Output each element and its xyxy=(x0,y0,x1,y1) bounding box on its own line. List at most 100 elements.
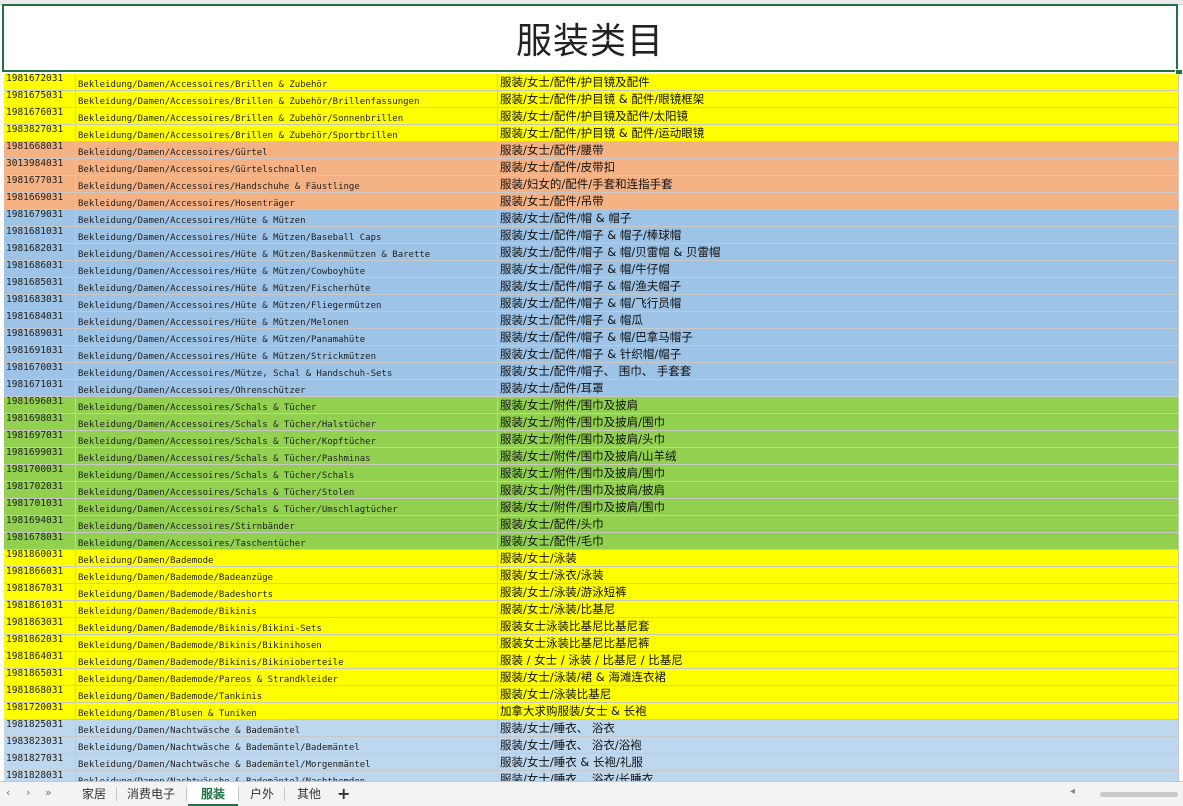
german-category-cell[interactable]: Bekleidung/Damen/Bademode/Tankinis xyxy=(76,686,498,702)
german-category-cell[interactable]: Bekleidung/Damen/Accessoires/Hüte & Mütz… xyxy=(76,227,498,243)
german-category-cell[interactable]: Bekleidung/Damen/Nachtwäsche & Bademänte… xyxy=(76,771,498,781)
chinese-category-cell[interactable]: 服装/女士/配件/帽子 & 帽/贝雷帽 & 贝雷帽 xyxy=(498,244,1179,260)
german-category-cell[interactable]: Bekleidung/Damen/Bademode/Bikinis xyxy=(76,601,498,617)
german-category-cell[interactable]: Bekleidung/Damen/Accessoires/Schals & Tü… xyxy=(76,482,498,498)
chinese-category-cell[interactable]: 服装/女士/泳装/比基尼 xyxy=(498,601,1179,617)
category-id-cell[interactable]: 1981685031 xyxy=(4,278,76,294)
chinese-category-cell[interactable]: 服装/女士/配件/帽子、 围巾、 手套套 xyxy=(498,363,1179,379)
german-category-cell[interactable]: Bekleidung/Damen/Bademode/Bikinis/Bikini… xyxy=(76,635,498,651)
category-id-cell[interactable]: 1981681031 xyxy=(4,227,76,243)
chinese-category-cell[interactable]: 服装/女士/配件/护目镜 & 配件/眼镜框架 xyxy=(498,91,1179,107)
german-category-cell[interactable]: Bekleidung/Damen/Accessoires/Handschuhe … xyxy=(76,176,498,192)
category-id-cell[interactable]: 1981671031 xyxy=(4,380,76,396)
german-category-cell[interactable]: Bekleidung/Damen/Accessoires/Schals & Tü… xyxy=(76,397,498,413)
german-category-cell[interactable]: Bekleidung/Damen/Bademode/Pareos & Stran… xyxy=(76,669,498,685)
category-id-cell[interactable]: 1981682031 xyxy=(4,244,76,260)
category-id-cell[interactable]: 1981684031 xyxy=(4,312,76,328)
german-category-cell[interactable]: Bekleidung/Damen/Accessoires/Hüte & Mütz… xyxy=(76,329,498,345)
category-id-cell[interactable]: 1981699031 xyxy=(4,448,76,464)
chinese-category-cell[interactable]: 服装/女士/配件/帽子 & 帽/渔夫帽子 xyxy=(498,278,1179,294)
chinese-category-cell[interactable]: 服装/妇女的/配件/手套和连指手套 xyxy=(498,176,1179,192)
chinese-category-cell[interactable]: 服装/女士/附件/围巾及披肩/山羊绒 xyxy=(498,448,1179,464)
chinese-category-cell[interactable]: 服装/女士/附件/围巾及披肩/披肩 xyxy=(498,482,1179,498)
german-category-cell[interactable]: Bekleidung/Damen/Accessoires/Hosenträger xyxy=(76,193,498,209)
german-category-cell[interactable]: Bekleidung/Damen/Accessoires/Schals & Tü… xyxy=(76,431,498,447)
horizontal-scrollbar[interactable]: ◂ xyxy=(1070,786,1180,799)
selected-title-cell[interactable]: 服装类目 xyxy=(2,4,1178,72)
german-category-cell[interactable]: Bekleidung/Damen/Accessoires/Stirnbänder xyxy=(76,516,498,532)
german-category-cell[interactable]: Bekleidung/Damen/Bademode xyxy=(76,550,498,566)
chinese-category-cell[interactable]: 服装/女士/附件/围巾及披肩/围巾 xyxy=(498,414,1179,430)
category-id-cell[interactable]: 1981676031 xyxy=(4,108,76,124)
category-id-cell[interactable]: 1981694031 xyxy=(4,516,76,532)
chinese-category-cell[interactable]: 服装/女士/附件/围巾及披肩 xyxy=(498,397,1179,413)
category-id-cell[interactable]: 1981720031 xyxy=(4,703,76,719)
german-category-cell[interactable]: Bekleidung/Damen/Accessoires/Schals & Tü… xyxy=(76,499,498,515)
scrollbar-thumb[interactable] xyxy=(1100,792,1178,797)
german-category-cell[interactable]: Bekleidung/Damen/Accessoires/Hüte & Mütz… xyxy=(76,346,498,362)
category-id-cell[interactable]: 1981825031 xyxy=(4,720,76,736)
category-id-cell[interactable]: 1981861031 xyxy=(4,601,76,617)
category-id-cell[interactable]: 1981691031 xyxy=(4,346,76,362)
chinese-category-cell[interactable]: 服装/女士/配件/腰带 xyxy=(498,142,1179,158)
category-id-cell[interactable]: 1981863031 xyxy=(4,618,76,634)
category-id-cell[interactable]: 1981677031 xyxy=(4,176,76,192)
chinese-category-cell[interactable]: 服装/女士/配件/帽子 & 帽子/棒球帽 xyxy=(498,227,1179,243)
german-category-cell[interactable]: Bekleidung/Damen/Nachtwäsche & Bademänte… xyxy=(76,737,498,753)
chinese-category-cell[interactable]: 服装/女士/配件/帽子 & 帽/牛仔帽 xyxy=(498,261,1179,277)
category-id-cell[interactable]: 1981696031 xyxy=(4,397,76,413)
german-category-cell[interactable]: Bekleidung/Damen/Accessoires/Brillen & Z… xyxy=(76,108,498,124)
category-id-cell[interactable]: 1981702031 xyxy=(4,482,76,498)
category-id-cell[interactable]: 1981668031 xyxy=(4,142,76,158)
chinese-category-cell[interactable]: 服装/女士/配件/吊带 xyxy=(498,193,1179,209)
sheet-tab[interactable]: 消费电子 xyxy=(116,782,186,806)
category-id-cell[interactable]: 1981698031 xyxy=(4,414,76,430)
german-category-cell[interactable]: Bekleidung/Damen/Accessoires/Schals & Tü… xyxy=(76,448,498,464)
chinese-category-cell[interactable]: 服装 / 女士 / 泳装 / 比基尼 / 比基尼 xyxy=(498,652,1179,668)
german-category-cell[interactable]: Bekleidung/Damen/Accessoires/Mütze, Scha… xyxy=(76,363,498,379)
chinese-category-cell[interactable]: 服装/女士/配件/护目镜 & 配件/运动眼镜 xyxy=(498,125,1179,141)
german-category-cell[interactable]: Bekleidung/Damen/Bademode/Badeshorts xyxy=(76,584,498,600)
german-category-cell[interactable]: Bekleidung/Damen/Bademode/Bikinis/Bikini… xyxy=(76,652,498,668)
chinese-category-cell[interactable]: 服装/女士/配件/帽子 & 帽瓜 xyxy=(498,312,1179,328)
chinese-category-cell[interactable]: 加拿大求购服装/女士 & 长袍 xyxy=(498,703,1179,719)
chinese-category-cell[interactable]: 服装/女士/泳装/游泳短裤 xyxy=(498,584,1179,600)
category-id-cell[interactable]: 1981868031 xyxy=(4,686,76,702)
chinese-category-cell[interactable]: 服装/女士/配件/帽子 & 帽/巴拿马帽子 xyxy=(498,329,1179,345)
german-category-cell[interactable]: Bekleidung/Damen/Accessoires/Hüte & Mütz… xyxy=(76,261,498,277)
category-id-cell[interactable]: 1981865031 xyxy=(4,669,76,685)
german-category-cell[interactable]: Bekleidung/Damen/Accessoires/Brillen & Z… xyxy=(76,91,498,107)
category-id-cell[interactable]: 1983827031 xyxy=(4,125,76,141)
chinese-category-cell[interactable]: 服装/女士/睡衣、 浴衣/长睡衣 xyxy=(498,771,1179,781)
category-id-cell[interactable]: 3013984031 xyxy=(4,159,76,175)
chevron-right-icon[interactable]: › xyxy=(26,786,30,799)
german-category-cell[interactable]: Bekleidung/Damen/Accessoires/Hüte & Mütz… xyxy=(76,244,498,260)
category-id-cell[interactable]: 1981683031 xyxy=(4,295,76,311)
german-category-cell[interactable]: Bekleidung/Damen/Accessoires/Gürtel xyxy=(76,142,498,158)
german-category-cell[interactable]: Bekleidung/Damen/Accessoires/Hüte & Mütz… xyxy=(76,210,498,226)
sheet-tab[interactable]: 家居 xyxy=(72,782,116,806)
category-id-cell[interactable]: 1981701031 xyxy=(4,499,76,515)
category-id-cell[interactable]: 1981678031 xyxy=(4,533,76,549)
category-id-cell[interactable]: 1981866031 xyxy=(4,567,76,583)
german-category-cell[interactable]: Bekleidung/Damen/Nachtwäsche & Bademänte… xyxy=(76,720,498,736)
chinese-category-cell[interactable]: 服装/女士/配件/毛巾 xyxy=(498,533,1179,549)
german-category-cell[interactable]: Bekleidung/Damen/Accessoires/Schals & Tü… xyxy=(76,414,498,430)
sheet-tab[interactable]: 其他 xyxy=(286,782,332,806)
last-sheet-icon[interactable]: » xyxy=(45,786,52,799)
category-id-cell[interactable]: 1981686031 xyxy=(4,261,76,277)
category-id-cell[interactable]: 1983823031 xyxy=(4,737,76,753)
category-id-cell[interactable]: 1981864031 xyxy=(4,652,76,668)
german-category-cell[interactable]: Bekleidung/Damen/Accessoires/Schals & Tü… xyxy=(76,465,498,481)
chinese-category-cell[interactable]: 服装/女士/泳装/裙 & 海滩连衣裙 xyxy=(498,669,1179,685)
chinese-category-cell[interactable]: 服装/女士/睡衣、 浴衣/浴袍 xyxy=(498,737,1179,753)
category-id-cell[interactable]: 1981689031 xyxy=(4,329,76,345)
german-category-cell[interactable]: Bekleidung/Damen/Accessoires/Hüte & Mütz… xyxy=(76,295,498,311)
chinese-category-cell[interactable]: 服装/女士/配件/帽子 & 帽/飞行员帽 xyxy=(498,295,1179,311)
chinese-category-cell[interactable]: 服装女士泳装比基尼比基尼裤 xyxy=(498,635,1179,651)
sheet-tab[interactable]: 户外 xyxy=(240,782,284,806)
chinese-category-cell[interactable]: 服装/女士/泳衣/泳装 xyxy=(498,567,1179,583)
chinese-category-cell[interactable]: 服装/女士/配件/头巾 xyxy=(498,516,1179,532)
category-id-cell[interactable]: 1981700031 xyxy=(4,465,76,481)
chinese-category-cell[interactable]: 服装/女士/泳装 xyxy=(498,550,1179,566)
